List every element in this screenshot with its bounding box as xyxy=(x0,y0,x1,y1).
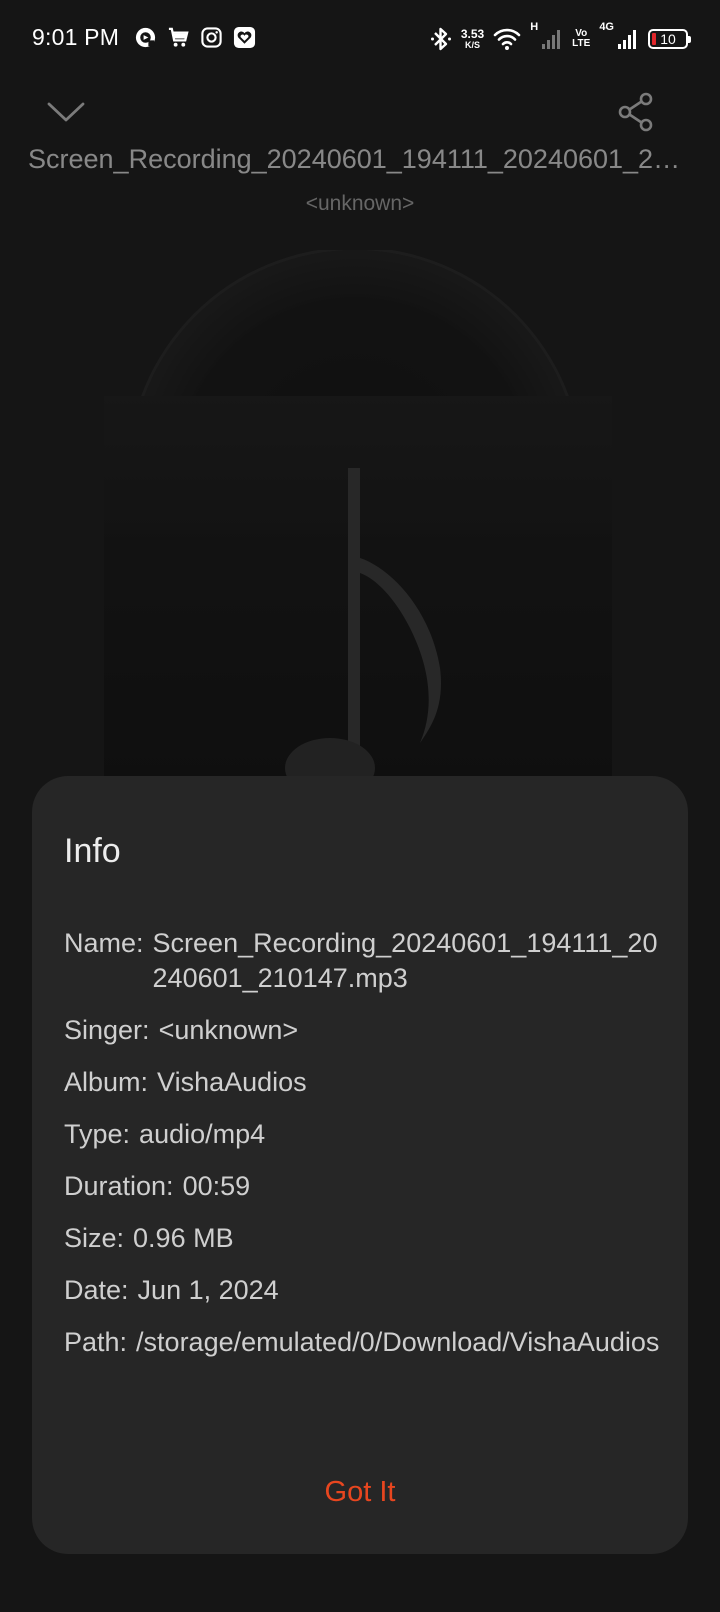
info-value: /storage/emulated/0/Download/VishaAudios xyxy=(136,1327,660,1357)
track-title: Screen_Recording_20240601_194111_2024060… xyxy=(28,144,694,174)
info-row-size: Size: 0.96 MB xyxy=(64,1221,664,1256)
notification-icons xyxy=(134,26,256,49)
network-speed: 3.53 K/S xyxy=(461,28,484,50)
info-row-name: Name: Screen_Recording_20240601_194111_2… xyxy=(64,926,664,996)
signal-weak-icon xyxy=(542,30,561,49)
info-label: Singer: xyxy=(64,1015,150,1045)
system-status-icons: 3.53 K/S H Vo LTE 4G 10 xyxy=(430,21,691,56)
info-row-type: Type: audio/mp4 xyxy=(64,1117,664,1152)
track-artist: <unknown> xyxy=(305,192,415,215)
volte-bottom: LTE xyxy=(572,38,591,49)
network-type-h: H xyxy=(530,21,539,33)
signal-strong-icon xyxy=(618,30,636,49)
info-value: 0.96 MB xyxy=(133,1223,234,1253)
got-it-button[interactable]: Got It xyxy=(32,1476,688,1509)
info-label: Type: xyxy=(64,1119,131,1149)
info-row-singer: Singer: <unknown> xyxy=(64,1013,664,1048)
info-row-path: Path: /storage/emulated/0/Download/Visha… xyxy=(64,1325,664,1360)
share-icon[interactable] xyxy=(616,92,656,132)
instagram-icon xyxy=(201,27,222,48)
heart-app-icon xyxy=(233,26,256,49)
info-value: 00:59 xyxy=(182,1171,251,1201)
status-time: 9:01 PM xyxy=(32,24,120,50)
info-label: Duration: xyxy=(64,1171,174,1201)
bluetooth-icon xyxy=(430,27,451,51)
info-row-date: Date: Jun 1, 2024 xyxy=(64,1273,664,1308)
info-label: Album: xyxy=(64,1067,149,1097)
info-value: VishaAudios xyxy=(157,1067,307,1097)
music-note-icon xyxy=(285,468,441,788)
info-value: audio/mp4 xyxy=(139,1119,266,1149)
screen-recorder-icon xyxy=(135,27,156,48)
shopping-cart-icon xyxy=(168,27,189,47)
battery-indicator: 10 xyxy=(648,29,691,49)
network-speed-unit: K/S xyxy=(465,40,481,50)
network-type-4g: 4G xyxy=(599,21,614,33)
info-value: <unknown> xyxy=(158,1015,299,1045)
battery-level xyxy=(652,33,656,45)
info-label: Date: xyxy=(64,1275,129,1305)
info-dialog: Info Name: Screen_Recording_20240601_194… xyxy=(32,776,688,1554)
status-bar: 9:01 PM 3.53 K/S H Vo LTE 4G 10 xyxy=(0,0,720,80)
battery-percent: 10 xyxy=(660,31,676,47)
network-speed-value: 3.53 xyxy=(460,27,485,41)
info-row-album: Album: VishaAudios xyxy=(64,1065,664,1100)
volte-indicator: Vo LTE xyxy=(572,28,591,50)
info-value: Screen_Recording_20240601_194111_2024060… xyxy=(152,928,658,993)
wifi-icon xyxy=(493,28,521,50)
info-label: Path: xyxy=(64,1327,128,1357)
info-row-duration: Duration: 00:59 xyxy=(64,1169,664,1204)
info-label: Size: xyxy=(64,1223,125,1253)
collapse-chevron-icon[interactable] xyxy=(46,92,86,132)
info-value: Jun 1, 2024 xyxy=(137,1275,279,1305)
info-label: Name: xyxy=(64,928,144,958)
dialog-title: Info xyxy=(64,832,121,870)
info-list: Name: Screen_Recording_20240601_194111_2… xyxy=(64,926,664,1377)
